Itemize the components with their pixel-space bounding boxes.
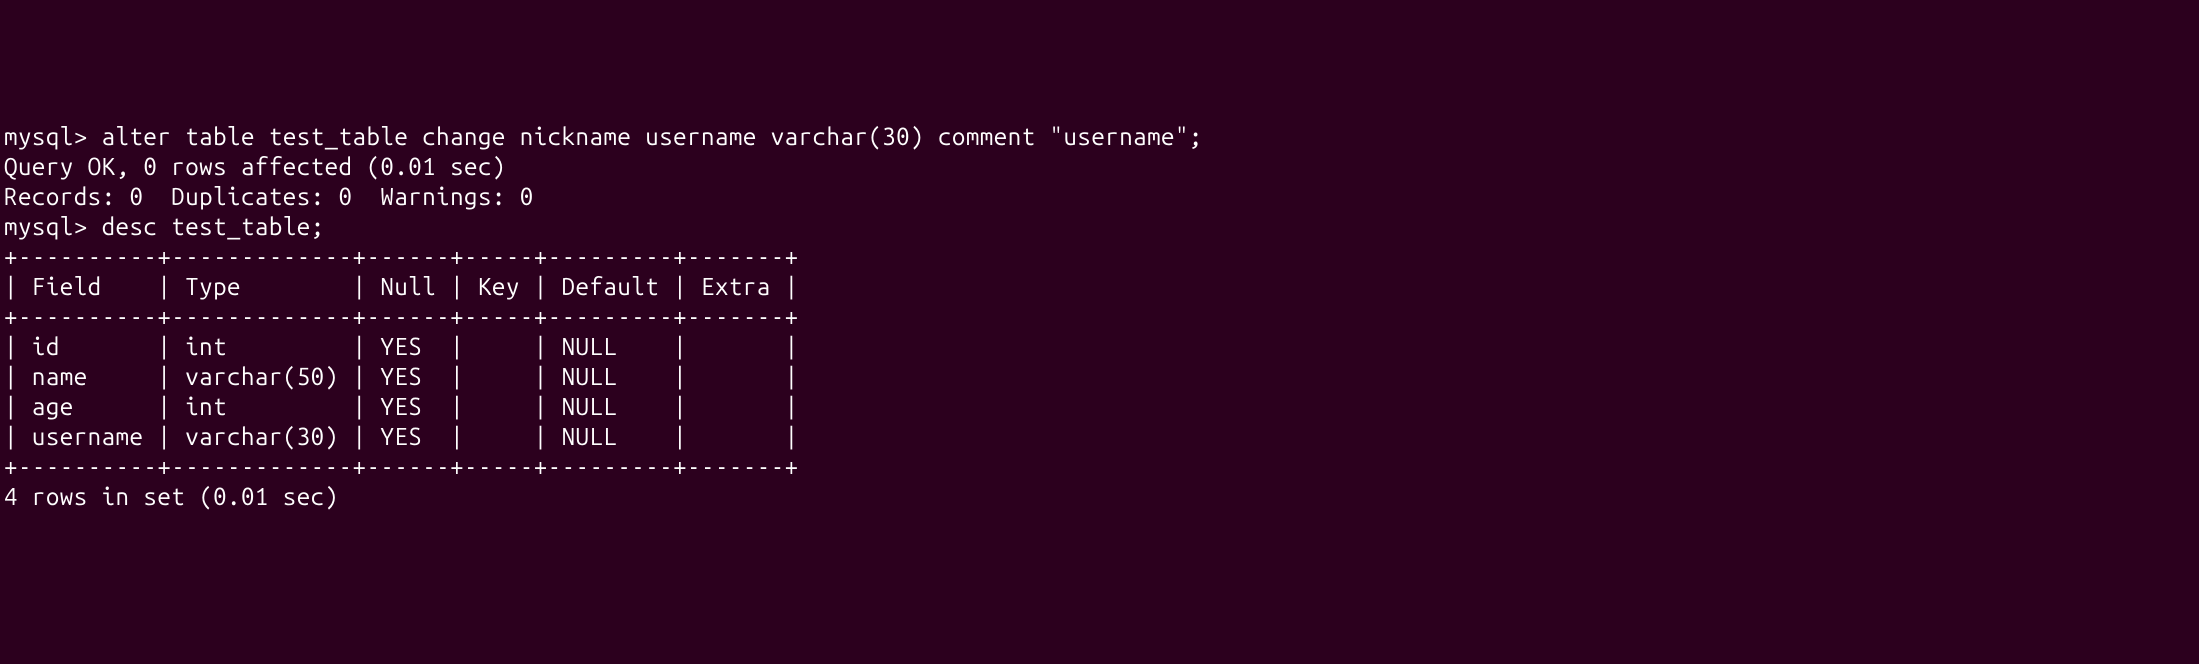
rows-in-set-footer: 4 rows in set (0.01 sec) (4, 482, 2195, 512)
table-row: | name | varchar(50) | YES | | NULL | | (4, 362, 2195, 392)
table-row: | username | varchar(30) | YES | | NULL … (4, 422, 2195, 452)
desc-command: desc test_table; (102, 213, 325, 240)
table-row: | id | int | YES | | NULL | | (4, 332, 2195, 362)
mysql-prompt: mysql> (4, 123, 102, 150)
table-border-bottom: +----------+-------------+------+-----+-… (4, 452, 2195, 482)
table-header-row: | Field | Type | Null | Key | Default | … (4, 272, 2195, 302)
table-border-mid: +----------+-------------+------+-----+-… (4, 302, 2195, 332)
records-summary: Records: 0 Duplicates: 0 Warnings: 0 (4, 182, 2195, 212)
table-row: | age | int | YES | | NULL | | (4, 392, 2195, 422)
alter-table-command: alter table test_table change nickname u… (102, 123, 1203, 150)
table-border-top: +----------+-------------+------+-----+-… (4, 242, 2195, 272)
mysql-prompt: mysql> (4, 213, 102, 240)
terminal-output[interactable]: mysql> alter table test_table change nic… (4, 122, 2195, 512)
query-ok-result: Query OK, 0 rows affected (0.01 sec) (4, 152, 2195, 182)
